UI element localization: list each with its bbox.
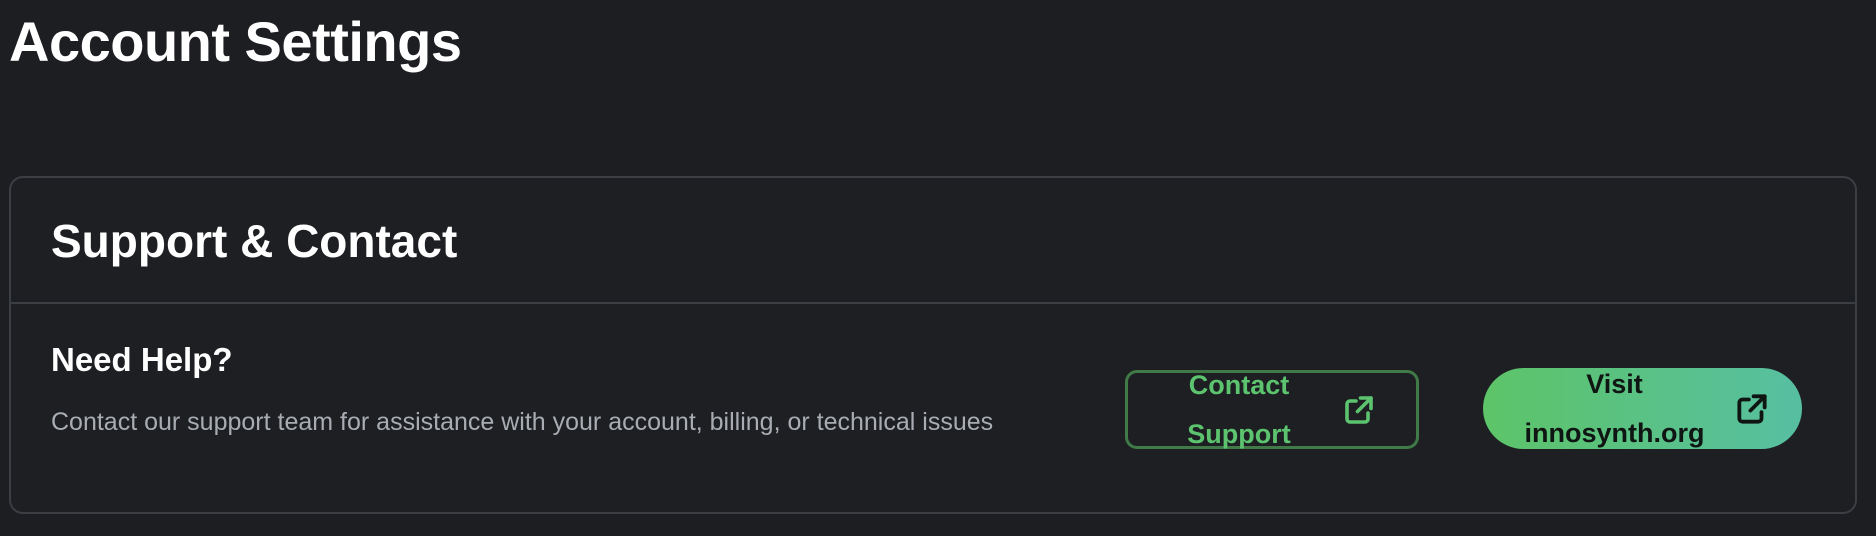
contact-support-button[interactable]: Contact Support (1125, 370, 1419, 449)
card-header: Support & Contact (11, 178, 1855, 304)
visit-website-button[interactable]: Visit innosynth.org (1483, 368, 1802, 449)
card-body: Need Help? Contact our support team for … (11, 304, 1855, 512)
external-link-icon (1733, 390, 1771, 428)
card-title: Support & Contact (51, 215, 458, 267)
page-title: Account Settings (9, 10, 462, 73)
visit-website-label: Visit innosynth.org (1524, 368, 1705, 448)
external-link-icon (1341, 392, 1377, 428)
support-contact-card: Support & Contact Need Help? Contact our… (9, 176, 1857, 514)
help-heading: Need Help? (51, 341, 233, 378)
contact-support-label: Contact Support (1187, 369, 1291, 449)
help-description: Contact our support team for assistance … (51, 408, 994, 436)
